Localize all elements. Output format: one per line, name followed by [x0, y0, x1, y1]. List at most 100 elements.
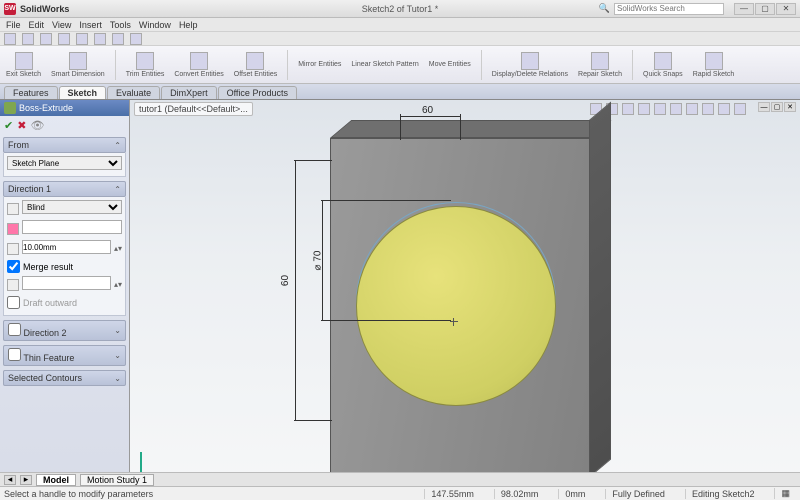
pm-group-direction2: Direction 2 ⌄ — [3, 320, 126, 341]
display-relations-button[interactable]: Display/Delete Relations — [492, 52, 568, 78]
search-input[interactable] — [614, 3, 724, 15]
menu-insert[interactable]: Insert — [79, 20, 102, 30]
app-name: SolidWorks — [20, 4, 69, 14]
spinner-icon[interactable]: ▴▾ — [114, 244, 122, 253]
options-icon[interactable] — [130, 33, 142, 45]
redo-icon[interactable] — [94, 33, 106, 45]
offset-entities-button[interactable]: Offset Entities — [234, 52, 277, 78]
block-side-face[interactable] — [589, 102, 611, 478]
undo-icon[interactable] — [76, 33, 88, 45]
tab-evaluate[interactable]: Evaluate — [107, 86, 160, 99]
search-box: 🔍 — [599, 3, 724, 15]
trim-entities-button[interactable]: Trim Entities — [126, 52, 165, 78]
status-y: 98.02mm — [494, 489, 545, 499]
dimension-extension — [294, 420, 332, 421]
move-entities-button[interactable]: Move Entities — [429, 61, 471, 68]
tab-prev-button[interactable]: ◂ — [4, 475, 16, 485]
pm-group-from: From ⌃ Sketch Plane — [3, 137, 126, 177]
window-controls: — ▢ ✕ — [734, 3, 796, 15]
pm-dir1-header[interactable]: Direction 1 ⌃ — [3, 181, 126, 197]
app-logo: SW SolidWorks — [4, 3, 69, 15]
graphics-viewport[interactable]: tutor1 (Default<<Default>... — ▢ ✕ — [130, 100, 800, 496]
title-bar: SW SolidWorks Sketch2 of Tutor1 * 🔍 — ▢ … — [0, 0, 800, 18]
dimension-width[interactable]: 60 — [422, 105, 433, 116]
ribbon-separator — [115, 50, 116, 80]
open-icon[interactable] — [22, 33, 34, 45]
pm-dir2-header[interactable]: Direction 2 ⌄ — [3, 320, 126, 341]
spinner-icon[interactable]: ▴▾ — [114, 280, 122, 289]
model-stage: 60 60 ⌀ 70 — [130, 100, 800, 496]
dimension-line — [400, 116, 460, 117]
dimension-extension — [321, 200, 451, 201]
chevron-down-icon: ⌄ — [114, 374, 121, 383]
status-message: Select a handle to modify parameters — [4, 489, 410, 499]
block-top-face[interactable] — [330, 120, 611, 138]
minimize-button[interactable]: — — [734, 3, 754, 15]
depth-input[interactable] — [22, 240, 111, 254]
new-icon[interactable] — [4, 33, 16, 45]
end-condition-select[interactable]: Blind — [22, 200, 122, 214]
mirror-entities-button[interactable]: Mirror Entities — [298, 61, 341, 68]
solidworks-icon: SW — [4, 3, 16, 15]
menu-view[interactable]: View — [52, 20, 71, 30]
dimension-height[interactable]: 60 — [280, 275, 291, 286]
print-icon[interactable] — [58, 33, 70, 45]
menu-edit[interactable]: Edit — [29, 20, 45, 30]
draft-outward-checkbox[interactable] — [7, 296, 20, 309]
menu-file[interactable]: File — [6, 20, 21, 30]
dimension-diameter[interactable]: ⌀ 70 — [312, 251, 323, 271]
tab-motion-study[interactable]: Motion Study 1 — [80, 474, 154, 486]
tab-features[interactable]: Features — [4, 86, 58, 99]
merge-result-checkbox[interactable] — [7, 260, 20, 273]
snaps-icon — [654, 52, 672, 70]
pm-thin-header[interactable]: Thin Feature ⌄ — [3, 345, 126, 366]
tab-office-products[interactable]: Office Products — [218, 86, 297, 99]
boss-preview-face[interactable] — [356, 206, 556, 406]
menu-tools[interactable]: Tools — [110, 20, 131, 30]
quick-snaps-button[interactable]: Quick Snaps — [643, 52, 683, 78]
save-icon[interactable] — [40, 33, 52, 45]
tab-dimxpert[interactable]: DimXpert — [161, 86, 217, 99]
search-icon: 🔍 — [599, 3, 610, 14]
direction-vector-icon[interactable] — [7, 223, 19, 235]
rapid-icon — [705, 52, 723, 70]
trim-icon — [136, 52, 154, 70]
dir2-checkbox[interactable] — [8, 323, 21, 336]
tab-model[interactable]: Model — [36, 474, 76, 486]
tab-sketch[interactable]: Sketch — [59, 86, 107, 99]
convert-entities-button[interactable]: Convert Entities — [174, 52, 223, 78]
from-select[interactable]: Sketch Plane — [7, 156, 122, 170]
thin-checkbox[interactable] — [8, 348, 21, 361]
repair-sketch-button[interactable]: Repair Sketch — [578, 52, 622, 78]
pm-title: Boss-Extrude — [19, 103, 73, 113]
close-button[interactable]: ✕ — [776, 3, 796, 15]
orientation-triad[interactable] — [140, 442, 170, 472]
merge-result-label: Merge result — [23, 262, 73, 272]
status-bar: Select a handle to modify parameters 147… — [0, 486, 800, 500]
rapid-sketch-button[interactable]: Rapid Sketch — [693, 52, 735, 78]
ok-button[interactable]: ✔ — [4, 119, 13, 132]
status-defined: Fully Defined — [605, 489, 671, 499]
pm-from-header[interactable]: From ⌃ — [3, 137, 126, 153]
draft-angle-input[interactable] — [22, 276, 111, 290]
smart-dimension-button[interactable]: Smart Dimension — [51, 52, 105, 78]
rebuild-icon[interactable] — [112, 33, 124, 45]
linear-pattern-button[interactable]: Linear Sketch Pattern — [351, 61, 418, 68]
maximize-button[interactable]: ▢ — [755, 3, 775, 15]
pm-header: Boss-Extrude — [0, 100, 129, 116]
ribbon-separator — [632, 50, 633, 80]
direction-field[interactable] — [22, 220, 122, 234]
pm-confirm-row: ✔ ✖ 👁 — [0, 116, 129, 135]
menu-help[interactable]: Help — [179, 20, 198, 30]
cancel-button[interactable]: ✖ — [17, 119, 26, 132]
draft-icon[interactable] — [7, 279, 19, 291]
detailed-preview-button[interactable]: 👁 — [30, 119, 44, 132]
tab-next-button[interactable]: ▸ — [20, 475, 32, 485]
status-z: 0mm — [558, 489, 591, 499]
menu-window[interactable]: Window — [139, 20, 171, 30]
reverse-direction-icon[interactable] — [7, 203, 19, 215]
pm-contours-header[interactable]: Selected Contours ⌄ — [3, 370, 126, 386]
status-unit-icon[interactable]: ▦ — [774, 488, 796, 499]
exit-sketch-button[interactable]: Exit Sketch — [6, 52, 41, 78]
sketch-origin-icon — [450, 318, 458, 326]
